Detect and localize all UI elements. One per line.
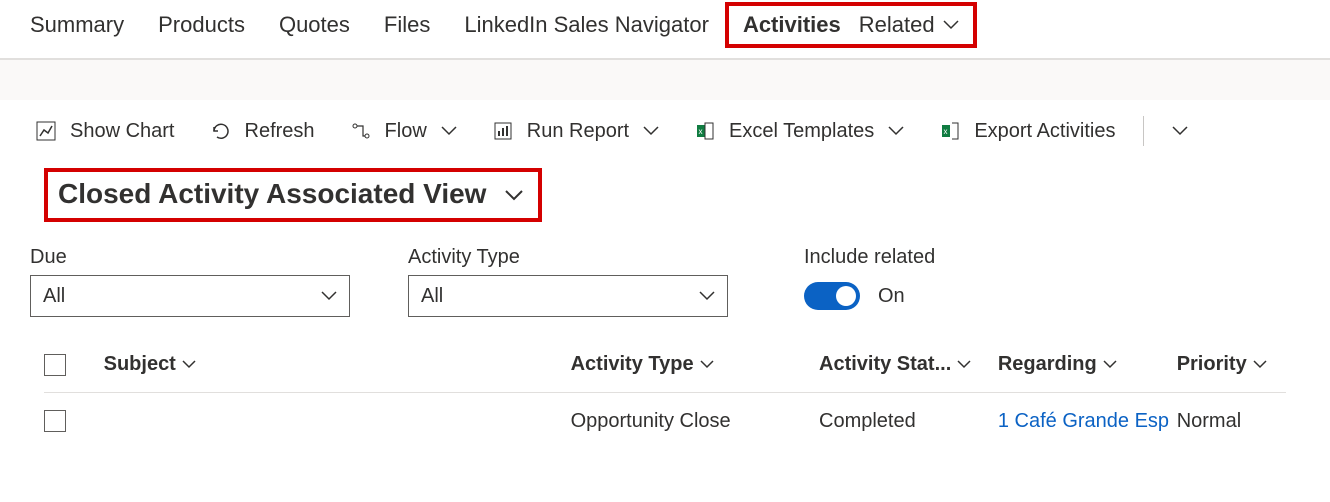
col-regarding-label: Regarding [998, 353, 1097, 376]
activity-type-value: All [421, 285, 443, 308]
show-chart-button[interactable]: Show Chart [36, 120, 175, 143]
col-subject-label: Subject [104, 353, 176, 376]
chevron-down-icon [504, 189, 520, 199]
chevron-down-icon [441, 126, 457, 136]
regarding-link[interactable]: 1 Café Grande Esp [998, 410, 1169, 433]
col-priority[interactable]: Priority [1177, 353, 1286, 376]
col-regarding[interactable]: Regarding [998, 353, 1177, 376]
col-priority-label: Priority [1177, 353, 1247, 376]
chart-icon [36, 121, 56, 141]
row-select-cell [44, 410, 104, 432]
flow-label: Flow [385, 120, 427, 143]
export-activities-button[interactable]: x Export Activities [940, 120, 1115, 143]
chevron-down-icon [957, 360, 973, 370]
col-activity-type-label: Activity Type [571, 353, 694, 376]
cell-activity-status: Completed [819, 410, 998, 433]
view-selector-wrap: Closed Activity Associated View [0, 156, 1330, 238]
excel-icon: x [695, 121, 715, 141]
refresh-label: Refresh [245, 120, 315, 143]
tab-products[interactable]: Products [158, 12, 245, 38]
select-all-cell [44, 354, 104, 376]
tab-related[interactable]: Related [859, 12, 959, 38]
view-name: Closed Activity Associated View [58, 178, 486, 210]
chevron-down-icon [321, 291, 337, 301]
filters-row: Due All Activity Type All Include relate… [0, 238, 1330, 337]
export-activities-label: Export Activities [974, 120, 1115, 143]
due-combobox[interactable]: All [30, 275, 350, 317]
due-value: All [43, 285, 65, 308]
cell-regarding[interactable]: 1 Café Grande Esp [998, 410, 1177, 433]
include-related-toggle[interactable] [804, 282, 860, 310]
toggle-knob [836, 286, 856, 306]
col-subject[interactable]: Subject [104, 353, 571, 376]
highlighted-tabs: Activities Related [725, 2, 977, 48]
filter-due: Due All [30, 246, 350, 317]
excel-templates-button[interactable]: x Excel Templates [695, 120, 904, 143]
svg-text:x: x [944, 127, 948, 136]
tab-summary[interactable]: Summary [30, 12, 124, 38]
report-icon [493, 121, 513, 141]
col-activity-type[interactable]: Activity Type [571, 353, 819, 376]
chevron-down-icon [1103, 360, 1119, 370]
include-related-label: Include related [804, 246, 935, 269]
select-all-checkbox[interactable] [44, 354, 66, 376]
view-selector[interactable]: Closed Activity Associated View [44, 168, 542, 222]
tab-quotes[interactable]: Quotes [279, 12, 350, 38]
toolbar: Show Chart Refresh Flow Run Report x Exc… [0, 100, 1330, 156]
activities-table: Subject Activity Type Activity Stat... R… [0, 337, 1330, 449]
filter-activity-type: Activity Type All [408, 246, 728, 317]
run-report-label: Run Report [527, 120, 629, 143]
chevron-down-icon [643, 126, 659, 136]
cell-priority: Normal [1177, 410, 1286, 433]
flow-button[interactable]: Flow [351, 120, 457, 143]
tab-files[interactable]: Files [384, 12, 430, 38]
table-row[interactable]: Opportunity Close Completed 1 Café Grand… [44, 393, 1286, 449]
tab-linkedin[interactable]: LinkedIn Sales Navigator [464, 12, 709, 38]
chevron-down-icon [888, 126, 904, 136]
row-checkbox[interactable] [44, 410, 66, 432]
spacer [0, 60, 1330, 100]
run-report-button[interactable]: Run Report [493, 120, 659, 143]
toolbar-divider [1143, 116, 1144, 146]
excel-templates-label: Excel Templates [729, 120, 874, 143]
nav-tabs: Summary Products Quotes Files LinkedIn S… [0, 0, 1330, 60]
flow-icon [351, 121, 371, 141]
chevron-down-icon [699, 291, 715, 301]
chevron-down-icon [1172, 126, 1188, 136]
chevron-down-icon [1253, 360, 1269, 370]
tab-activities[interactable]: Activities [743, 12, 841, 38]
filter-activity-type-label: Activity Type [408, 246, 728, 269]
filter-due-label: Due [30, 246, 350, 269]
col-activity-status[interactable]: Activity Stat... [819, 353, 998, 376]
chevron-down-icon [943, 20, 959, 30]
refresh-button[interactable]: Refresh [211, 120, 315, 143]
cell-activity-type: Opportunity Close [571, 410, 819, 433]
table-header-row: Subject Activity Type Activity Stat... R… [44, 337, 1286, 393]
svg-text:x: x [699, 127, 703, 136]
col-activity-status-label: Activity Stat... [819, 353, 951, 376]
refresh-icon [211, 121, 231, 141]
activity-type-combobox[interactable]: All [408, 275, 728, 317]
toolbar-overflow-button[interactable] [1172, 126, 1188, 136]
excel-export-icon: x [940, 121, 960, 141]
filter-include-related: Include related On [804, 246, 935, 317]
include-related-state: On [878, 285, 905, 308]
chevron-down-icon [700, 360, 716, 370]
chevron-down-icon [182, 360, 198, 370]
tab-related-label: Related [859, 12, 935, 38]
show-chart-label: Show Chart [70, 120, 175, 143]
